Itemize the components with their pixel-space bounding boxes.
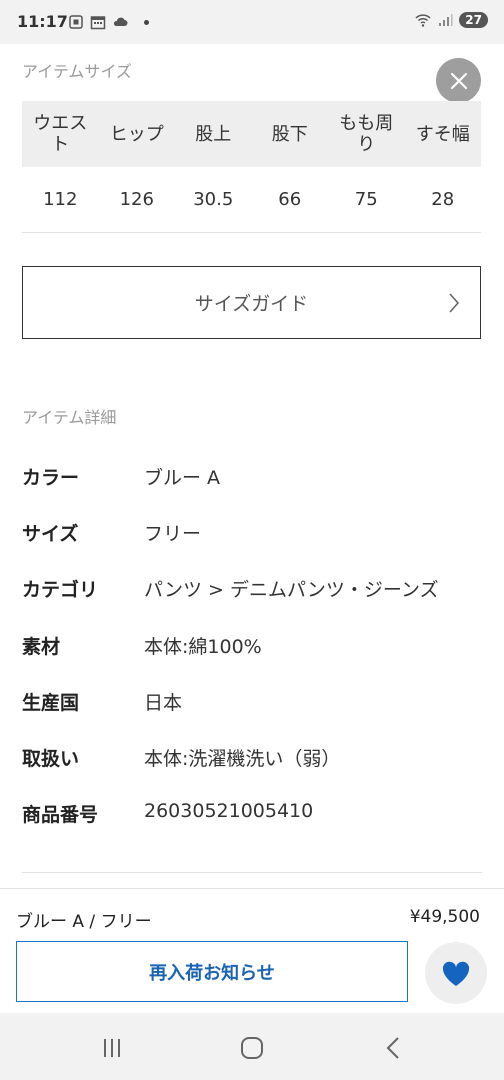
item-details-title: アイテム詳細: [22, 408, 117, 427]
size-header-rise: 股上: [195, 123, 232, 145]
navigation-bar: [0, 1013, 504, 1080]
home-icon[interactable]: [239, 1035, 265, 1061]
size-table-row: 112 126 30.5 66 75 28: [22, 167, 481, 233]
status-time: 11:17: [17, 12, 68, 31]
bottom-bar-divider: [0, 888, 504, 889]
detail-value: 本体:洗濯機洗い（弱）: [144, 748, 341, 770]
calendar-icon: [90, 16, 106, 30]
screenshot-icon: [69, 15, 83, 29]
detail-value: 本体:綿100%: [144, 636, 262, 658]
chevron-right-icon: [449, 293, 460, 313]
price: ¥49,500: [409, 907, 480, 927]
status-bar: 11:17 27: [0, 0, 504, 44]
size-header-hip: ヒップ: [109, 123, 164, 145]
size-value-hip: 126: [119, 189, 154, 210]
size-header-hem: すそ幅: [415, 123, 470, 145]
status-icons-left: [68, 14, 149, 30]
size-value-thigh: 75: [354, 189, 378, 210]
section-divider: [22, 872, 482, 873]
detail-key: サイズ: [22, 523, 79, 545]
battery-indicator: 27: [459, 12, 488, 28]
heart-icon: [442, 961, 470, 986]
back-icon[interactable]: [381, 1035, 407, 1061]
size-value-rise: 30.5: [193, 189, 234, 210]
cloud-icon: [113, 17, 128, 26]
recent-apps-icon[interactable]: [99, 1035, 125, 1061]
detail-key: 取扱い: [22, 748, 80, 770]
detail-value: フリー: [144, 523, 202, 545]
size-guide-button[interactable]: サイズガイド: [22, 266, 481, 339]
size-header-waist: ウエスト: [33, 113, 88, 155]
size-table-header: ウエスト ヒップ 股上 股下 もも周り すそ幅: [22, 101, 481, 167]
selected-variant: ブルー A / フリー: [16, 912, 152, 932]
size-header-inseam: 股下: [271, 123, 308, 145]
size-header-thigh: もも周り: [339, 113, 394, 155]
detail-key: 素材: [22, 636, 61, 658]
size-value-waist: 112: [43, 189, 78, 210]
close-icon: [450, 72, 467, 89]
detail-value: パンツ > デニムパンツ・ジーンズ: [144, 579, 439, 601]
notification-dot-icon: [144, 19, 149, 25]
detail-key: カラー: [22, 467, 80, 489]
detail-value: ブルー A: [144, 467, 221, 489]
size-value-hem: 28: [431, 189, 455, 210]
detail-key: 生産国: [22, 692, 80, 714]
wifi-icon: [415, 14, 431, 27]
favorite-button[interactable]: [425, 942, 487, 1004]
detail-value: 日本: [144, 692, 183, 714]
detail-key: 商品番号: [22, 804, 99, 826]
item-size-title: アイテムサイズ: [22, 62, 132, 81]
detail-key: カテゴリ: [22, 579, 99, 601]
size-value-inseam: 66: [278, 189, 302, 210]
status-icons-right: 27: [415, 12, 488, 28]
restock-notify-button[interactable]: 再入荷お知らせ: [16, 941, 408, 1002]
close-button[interactable]: [436, 58, 481, 103]
detail-value: 26030521005410: [144, 800, 314, 822]
size-guide-label: サイズガイド: [194, 293, 309, 315]
size-table: ウエスト ヒップ 股上 股下 もも周り すそ幅 112 126 30.5 66 …: [22, 101, 481, 233]
signal-icon: [439, 14, 453, 26]
